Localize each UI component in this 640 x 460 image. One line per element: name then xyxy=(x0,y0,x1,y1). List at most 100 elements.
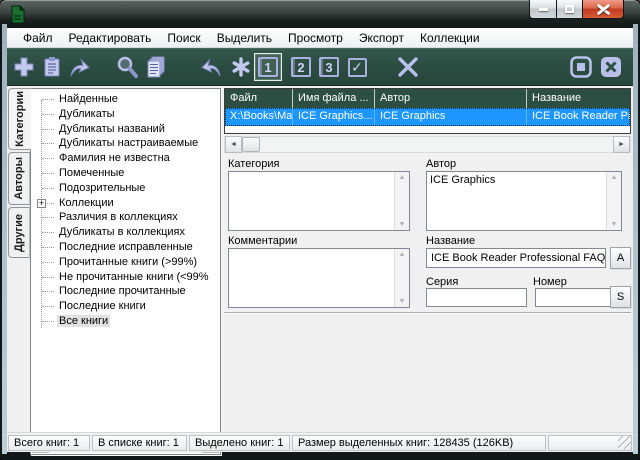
table-horizontal-scrollbar[interactable]: ◄ ► xyxy=(224,136,631,153)
view-2-icon: 2 xyxy=(291,57,311,77)
menu-file[interactable]: Файл xyxy=(15,29,61,47)
tab-other[interactable]: Другие xyxy=(8,207,30,258)
scroll-down-icon[interactable]: ▼ xyxy=(399,221,406,228)
status-selected-size: Размер выделенных книг: 128435 (126KB) xyxy=(292,435,546,451)
tree-item-last-read[interactable]: Последние прочитанные xyxy=(31,284,218,299)
author-scrollbar[interactable]: ▲ ▼ xyxy=(606,172,621,230)
stacked-documents-icon xyxy=(144,55,168,79)
tree-item-read-books[interactable]: Прочитанные книги (>99%) xyxy=(31,255,218,270)
series-button[interactable]: S xyxy=(610,286,631,308)
menu-search[interactable]: Поиск xyxy=(159,29,208,47)
view-mode-3-button[interactable]: 3 xyxy=(315,53,343,81)
number-input[interactable] xyxy=(535,288,612,307)
plus-icon xyxy=(12,55,36,79)
column-header-author[interactable]: Автор xyxy=(375,89,527,108)
undo-arrow-icon xyxy=(200,55,224,79)
title-bar[interactable] xyxy=(0,0,640,28)
form-divider xyxy=(224,312,631,313)
asterisk-icon xyxy=(229,55,253,79)
send-button[interactable] xyxy=(66,54,92,80)
tree-item-suspicious[interactable]: Подозрительные xyxy=(31,181,218,196)
tree-item-last-books[interactable]: Последние книги xyxy=(31,299,218,314)
close-button[interactable] xyxy=(583,0,624,19)
cell-filename: ICE Graphics... xyxy=(293,108,375,126)
scroll-up-icon[interactable]: ▲ xyxy=(399,174,406,181)
cell-author: ICE Graphics xyxy=(375,108,527,126)
app-book-icon xyxy=(10,5,26,24)
title-input[interactable]: ICE Book Reader Professional FAQ F xyxy=(426,248,606,268)
tree-item-duplicates[interactable]: Дубликаты xyxy=(31,107,218,122)
scroll-up-icon[interactable]: ▲ xyxy=(611,174,618,181)
menu-select[interactable]: Выделить xyxy=(209,29,280,47)
table-scrollbar-thumb[interactable] xyxy=(242,137,260,152)
author-textarea[interactable]: ICE Graphics ▲ ▼ xyxy=(426,171,622,231)
tree-item-marked[interactable]: Помеченные xyxy=(31,166,218,181)
tab-categories[interactable]: Категории xyxy=(8,88,31,150)
tree-item-all-books[interactable]: Все книги xyxy=(31,314,218,329)
duplicate-pages-button[interactable] xyxy=(143,54,169,80)
menu-export[interactable]: Экспорт xyxy=(351,29,412,47)
table-scroll-right-icon[interactable]: ► xyxy=(613,136,630,153)
comments-scrollbar[interactable]: ▲ ▼ xyxy=(394,249,409,307)
series-label: Серия xyxy=(426,276,458,288)
minimize-icon xyxy=(539,8,548,11)
resize-grip[interactable] xyxy=(618,436,631,449)
cell-file: X:\Books\Ma... xyxy=(225,108,293,126)
tree-item-custom-duplicates[interactable]: Дубликаты настраиваемые xyxy=(31,136,218,151)
tree-item-found[interactable]: Найденные xyxy=(31,92,218,107)
title-label: Название xyxy=(426,235,475,247)
view-1-icon: 1 xyxy=(258,57,278,77)
maximize-button[interactable] xyxy=(557,0,583,19)
category-textarea[interactable]: ▲ ▼ xyxy=(228,171,410,231)
window-border-right xyxy=(633,24,638,454)
column-header-filename[interactable]: Имя файла ... xyxy=(293,89,375,108)
view-mode-2-button[interactable]: 2 xyxy=(287,53,315,81)
table-row-selected[interactable]: X:\Books\Ma... ICE Graphics... ICE Graph… xyxy=(225,108,630,126)
category-scrollbar[interactable]: ▲ ▼ xyxy=(394,172,409,230)
book-table: Файл Имя файла ... Автор Название X:\Boo… xyxy=(224,88,631,134)
column-header-title[interactable]: Название xyxy=(527,89,630,108)
undo-button[interactable] xyxy=(199,54,225,80)
checkbox-mode-button[interactable]: ✓ xyxy=(344,54,370,80)
comments-textarea[interactable]: ▲ ▼ xyxy=(228,248,410,308)
table-scroll-left-icon[interactable]: ◄ xyxy=(225,136,242,153)
tab-other-label: Другие xyxy=(13,214,25,252)
tree-item-unknown-surname[interactable]: Фамилия не известна xyxy=(31,151,218,166)
minimize-button[interactable] xyxy=(529,0,557,19)
close-panel-button[interactable] xyxy=(598,54,624,80)
tree-item-title-duplicates[interactable]: Дубликаты названий xyxy=(31,122,218,137)
column-header-file[interactable]: Файл xyxy=(225,89,293,108)
search-icon xyxy=(115,55,139,79)
scroll-down-icon[interactable]: ▼ xyxy=(611,221,618,228)
tree-item-collection-duplicates[interactable]: Дубликаты в коллекциях xyxy=(31,225,218,240)
add-book-button[interactable] xyxy=(11,54,37,80)
tray-square-icon xyxy=(569,55,593,79)
menu-view[interactable]: Просмотр xyxy=(280,29,351,47)
author-label: Автор xyxy=(426,158,456,170)
author-swap-button[interactable]: A xyxy=(610,247,631,269)
series-input[interactable] xyxy=(426,288,527,307)
tab-authors[interactable]: Авторы xyxy=(8,152,30,205)
special-button[interactable] xyxy=(228,54,254,80)
author-value: ICE Graphics xyxy=(430,174,603,186)
delete-button[interactable] xyxy=(395,54,421,80)
tree-item-last-corrected[interactable]: Последние исправленные xyxy=(31,240,218,255)
toolbar: 1 2 3 ✓ xyxy=(7,48,633,86)
redo-arrow-icon xyxy=(67,55,91,79)
tree-item-unread-books[interactable]: Не прочитанные книги (<99% xyxy=(31,270,218,285)
paste-button[interactable] xyxy=(39,54,65,80)
x-delete-icon xyxy=(396,55,420,79)
tree-item-collections[interactable]: + Коллекции xyxy=(31,196,218,211)
view-mode-1-button[interactable]: 1 xyxy=(254,53,282,81)
scroll-down-icon[interactable]: ▼ xyxy=(399,298,406,305)
menu-collections[interactable]: Коллекции xyxy=(412,29,488,47)
expand-icon[interactable]: + xyxy=(37,199,46,208)
tree-item-collection-differences[interactable]: Различия в коллекциях xyxy=(31,210,218,225)
scroll-up-icon[interactable]: ▲ xyxy=(399,251,406,258)
search-button[interactable] xyxy=(114,54,140,80)
app-window: Файл Редактировать Поиск Выделить Просмо… xyxy=(0,0,640,460)
minimize-to-tray-button[interactable] xyxy=(568,54,594,80)
status-total-books: Всего книг: 1 xyxy=(8,435,90,451)
menu-edit[interactable]: Редактировать xyxy=(61,29,160,47)
menu-bar: Файл Редактировать Поиск Выделить Просмо… xyxy=(7,28,633,48)
